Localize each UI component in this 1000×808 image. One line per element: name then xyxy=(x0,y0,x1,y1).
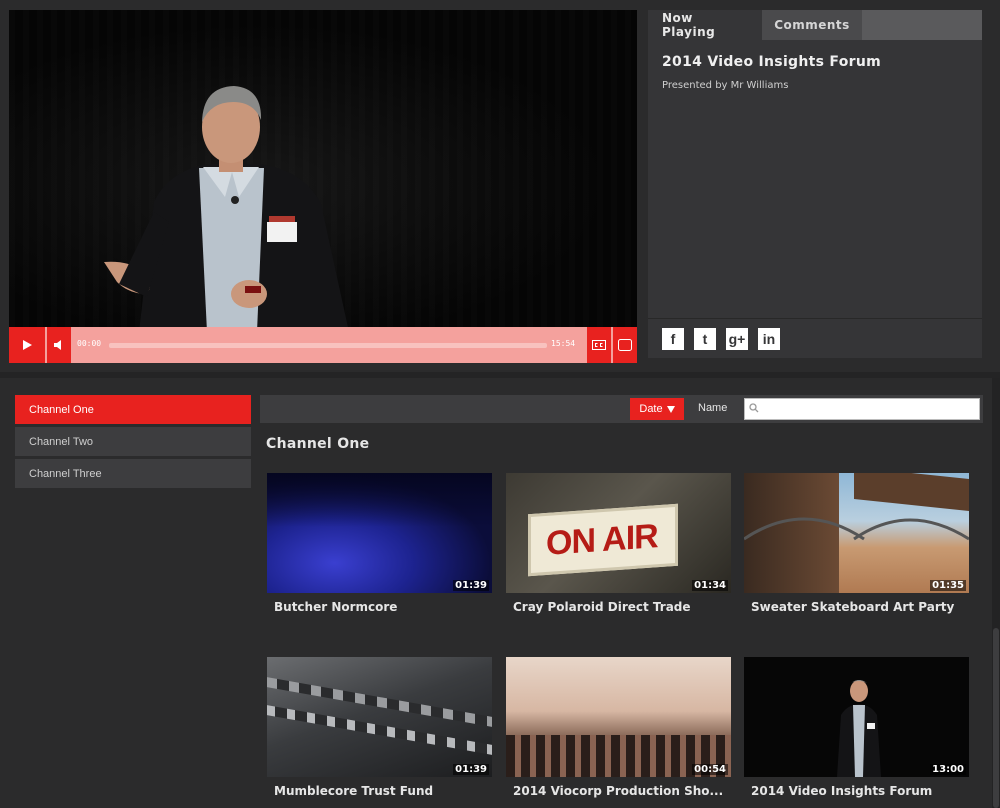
video-duration: 00:54 xyxy=(692,764,728,775)
presenter-figure xyxy=(837,680,881,777)
name-sort-label[interactable]: Name xyxy=(698,402,727,414)
video-thumbnail[interactable]: 13:00 xyxy=(744,657,969,777)
search-input[interactable] xyxy=(744,398,980,420)
thumbnail-shade xyxy=(267,473,492,527)
progress-track[interactable] xyxy=(109,343,547,348)
total-time: 15:54 xyxy=(551,339,576,348)
now-playing-panel: Now Playing Comments 2014 Video Insights… xyxy=(648,10,982,358)
channel-item-one[interactable]: Channel One xyxy=(15,395,251,424)
elapsed-time: 00:00 xyxy=(77,339,102,348)
video-title[interactable]: 2014 Video Insights Forum xyxy=(744,784,969,798)
on-air-sign-text: ON AIR xyxy=(546,517,658,563)
channel-item-three[interactable]: Channel Three xyxy=(15,459,251,488)
video-thumbnail[interactable]: 01:39 xyxy=(267,657,492,777)
video-duration: 01:35 xyxy=(930,580,966,591)
video-duration: 01:34 xyxy=(692,580,728,591)
channel-item-two[interactable]: Channel Two xyxy=(15,427,251,456)
video-thumbnail[interactable]: 01:35 xyxy=(744,473,969,593)
video-card[interactable]: 01:39 Mumblecore Trust Fund xyxy=(267,657,492,798)
video-title[interactable]: 2014 Viocorp Production Sho... xyxy=(506,784,731,798)
date-sort-label: Date xyxy=(639,403,663,415)
volume-icon xyxy=(54,340,61,350)
presenter-video-frame xyxy=(104,86,348,327)
video-thumbnail[interactable]: 01:39 xyxy=(267,473,492,593)
share-bar: f t g+ in xyxy=(648,318,982,358)
bridge-arch xyxy=(744,517,969,541)
video-title[interactable]: Butcher Normcore xyxy=(267,600,492,614)
player-region: 00:00 15:54 Now Playing Comments 2014 Vi… xyxy=(0,0,1000,372)
video-thumbnail[interactable]: 00:54 xyxy=(506,657,731,777)
video-card[interactable]: ON AIR 01:34 Cray Polaroid Direct Trade xyxy=(506,473,731,614)
channel-heading: Channel One xyxy=(266,436,370,452)
linkedin-icon[interactable]: in xyxy=(758,327,780,350)
video-card[interactable]: 01:35 Sweater Skateboard Art Party xyxy=(744,473,969,614)
date-sort-button[interactable]: Date xyxy=(630,398,684,420)
captions-button[interactable] xyxy=(587,327,611,363)
video-duration: 01:39 xyxy=(453,764,489,775)
page-scrollbar[interactable] xyxy=(992,378,1000,808)
twitter-icon[interactable]: t xyxy=(694,327,716,350)
play-icon xyxy=(23,340,32,350)
caret-down-icon xyxy=(666,405,675,413)
video-title[interactable]: Sweater Skateboard Art Party xyxy=(744,600,969,614)
video-title[interactable]: Cray Polaroid Direct Trade xyxy=(506,600,731,614)
fullscreen-icon xyxy=(618,339,632,351)
video-duration: 13:00 xyxy=(930,764,966,775)
volume-button[interactable] xyxy=(47,327,71,363)
search-icon xyxy=(749,403,759,413)
channel-list: Channel One Channel Two Channel Three xyxy=(15,395,251,491)
now-playing-title: 2014 Video Insights Forum xyxy=(662,54,882,70)
video-card[interactable]: 01:39 Butcher Normcore xyxy=(267,473,492,614)
video-duration: 01:39 xyxy=(453,580,489,591)
video-thumbnail[interactable]: ON AIR 01:34 xyxy=(506,473,731,593)
scrollbar-thumb[interactable] xyxy=(993,628,999,808)
video-title[interactable]: Mumblecore Trust Fund xyxy=(267,784,492,798)
section-divider xyxy=(0,372,1000,378)
presenter-line: Presented by Mr Williams xyxy=(662,80,789,91)
play-button[interactable] xyxy=(9,327,45,363)
tab-now-playing[interactable]: Now Playing xyxy=(648,10,762,40)
google-plus-icon[interactable]: g+ xyxy=(726,327,748,350)
facebook-icon[interactable]: f xyxy=(662,327,684,350)
video-player[interactable] xyxy=(9,10,637,327)
fullscreen-button[interactable] xyxy=(613,327,637,363)
video-card[interactable]: 13:00 2014 Video Insights Forum xyxy=(744,657,969,798)
panel-tabs: Now Playing Comments xyxy=(648,10,982,40)
filter-bar: Date Name xyxy=(260,395,983,423)
tab-comments[interactable]: Comments xyxy=(762,10,862,40)
player-controls: 00:00 15:54 xyxy=(9,327,637,363)
video-card[interactable]: 00:54 2014 Viocorp Production Sho... xyxy=(506,657,731,798)
cc-icon xyxy=(592,340,606,350)
